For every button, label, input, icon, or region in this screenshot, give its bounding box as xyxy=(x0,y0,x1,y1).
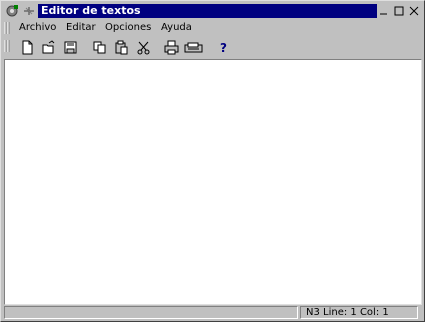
svg-text:?: ? xyxy=(220,41,227,55)
open-icon[interactable] xyxy=(41,40,56,55)
menubar-grip[interactable] xyxy=(4,21,10,35)
cut-icon[interactable] xyxy=(136,40,151,55)
editor-window: Editor de textos Archivo Editar Opciones… xyxy=(0,0,425,322)
close-icon[interactable] xyxy=(407,4,421,18)
menu-archivo[interactable]: Archivo xyxy=(19,22,56,34)
menu-bar: Archivo Editar Opciones Ayuda xyxy=(3,20,422,36)
minimize-icon[interactable] xyxy=(377,4,391,18)
print-icon[interactable] xyxy=(164,40,179,55)
status-pane-main xyxy=(4,306,298,319)
copy-icon[interactable] xyxy=(92,40,107,55)
print-preview-icon[interactable] xyxy=(184,40,204,55)
title-bar[interactable]: Editor de textos xyxy=(3,3,422,19)
toolbar: ? xyxy=(3,38,422,57)
menu-ayuda[interactable]: Ayuda xyxy=(161,22,192,34)
save-icon[interactable] xyxy=(63,40,78,55)
help-icon[interactable]: ? xyxy=(216,40,231,55)
status-bar: N3 Line: 1 Col: 1 xyxy=(4,305,420,320)
paste-icon[interactable] xyxy=(114,40,129,55)
menu-opciones[interactable]: Opciones xyxy=(105,22,151,34)
text-editor-area[interactable] xyxy=(4,59,422,305)
app-icon[interactable] xyxy=(5,4,19,18)
maximize-icon[interactable] xyxy=(392,4,406,18)
pin-icon[interactable] xyxy=(22,4,36,18)
new-document-icon[interactable] xyxy=(20,40,35,55)
status-position-text: N3 Line: 1 Col: 1 xyxy=(306,307,389,318)
toolbar-grip[interactable] xyxy=(4,39,10,53)
menu-editar[interactable]: Editar xyxy=(66,22,96,34)
window-title: Editor de textos xyxy=(41,4,141,17)
